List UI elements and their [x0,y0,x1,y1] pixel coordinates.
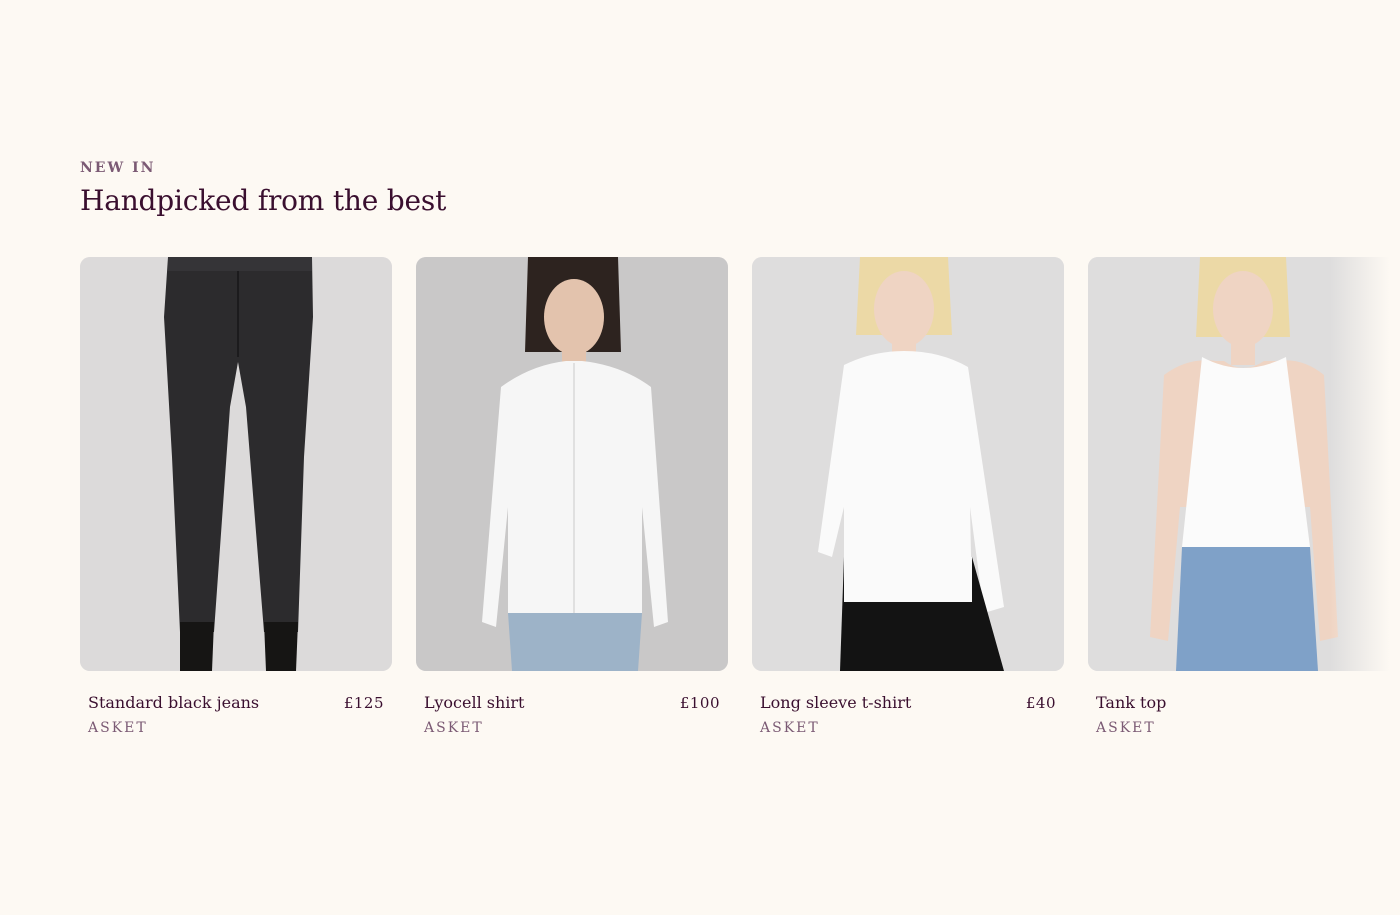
product-brand: ASKET [760,720,820,736]
product-card[interactable]: Lyocell shirt £100 ASKET [416,257,728,736]
product-row: Lyocell shirt £100 [424,693,720,712]
tank-top-photo [1088,257,1400,671]
white-shirt-photo [416,257,728,671]
product-row: Standard black jeans £125 [88,693,384,712]
product-row: Long sleeve t-shirt £40 [760,693,1056,712]
product-price: £100 [679,694,720,712]
product-brand: ASKET [1096,720,1156,736]
product-image[interactable] [80,257,392,671]
product-card[interactable]: Long sleeve t-shirt £40 ASKET [752,257,1064,736]
page: NEW IN Handpicked from the best Standard… [0,0,1400,915]
product-price: £125 [343,694,384,712]
product-title[interactable]: Tank top [1096,693,1166,712]
product-title[interactable]: Standard black jeans [88,693,259,712]
product-brand: ASKET [424,720,484,736]
product-brand: ASKET [88,720,148,736]
section-eyebrow: NEW IN [80,160,156,176]
product-image[interactable] [416,257,728,671]
product-meta: Tank top ASKET [1088,693,1400,736]
product-meta: Standard black jeans £125 ASKET [80,693,392,736]
product-image[interactable] [752,257,1064,671]
product-title[interactable]: Lyocell shirt [424,693,524,712]
product-title[interactable]: Long sleeve t-shirt [760,693,911,712]
long-sleeve-tshirt-photo [752,257,1064,671]
product-row: Tank top [1096,693,1392,712]
product-meta: Long sleeve t-shirt £40 ASKET [752,693,1064,736]
product-meta: Lyocell shirt £100 ASKET [416,693,728,736]
product-track: Standard black jeans £125 ASKET Lyocell … [80,257,1400,736]
product-carousel[interactable]: Standard black jeans £125 ASKET Lyocell … [80,257,1400,777]
product-price: £40 [1025,694,1056,712]
product-card[interactable]: Standard black jeans £125 ASKET [80,257,392,736]
section-heading: Handpicked from the best [80,184,447,217]
product-card[interactable]: Tank top ASKET [1088,257,1400,736]
product-image[interactable] [1088,257,1400,671]
black-jeans-photo [80,257,392,671]
